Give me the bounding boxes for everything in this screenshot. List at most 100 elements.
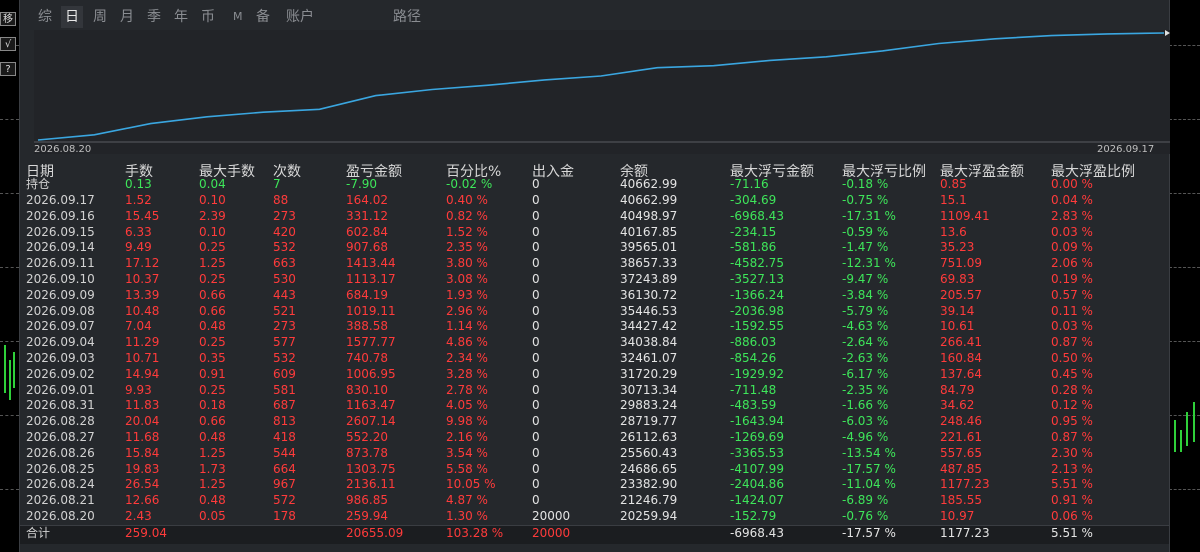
- table-cell: 178: [273, 509, 296, 523]
- table-cell: 0: [532, 398, 540, 413]
- table-cell: 0.25: [199, 240, 226, 255]
- table-cell: 0.82 %: [446, 208, 488, 223]
- table-cell: 544: [273, 445, 296, 460]
- table-cell: 0: [532, 366, 540, 381]
- tab-summary[interactable]: 综: [38, 6, 52, 28]
- table-cell: 1006.95: [346, 366, 396, 381]
- table-cell: 0.66: [199, 414, 226, 429]
- table-cell: 0.87 %: [1051, 430, 1093, 444]
- row-date-cell: 2026.08.28: [26, 414, 95, 429]
- table-cell: 967: [273, 477, 296, 492]
- table-cell: 0.25: [199, 335, 226, 350]
- table-cell: 34038.84: [620, 335, 678, 350]
- tab-monthly[interactable]: 月: [120, 6, 134, 28]
- tab-m[interactable]: M: [233, 6, 243, 28]
- table-cell: 40167.85: [620, 224, 678, 239]
- table-cell: 31720.29: [620, 366, 678, 381]
- table-cell: 687: [273, 398, 296, 413]
- tab-account[interactable]: 账户: [286, 6, 314, 28]
- table-cell: 1.14 %: [446, 319, 488, 334]
- table-cell: 3.08 %: [446, 272, 488, 286]
- table-cell: 331.12: [346, 208, 388, 223]
- table-cell: 10.61: [940, 319, 975, 334]
- total-cell: 259.04: [125, 526, 167, 540]
- table-cell: 2.34 %: [446, 351, 488, 365]
- table-cell: 0.10: [199, 193, 226, 207]
- grid-line: [0, 415, 19, 416]
- table-cell: 0: [532, 256, 540, 271]
- table-cell: 740.78: [346, 351, 388, 365]
- table-cell: 663: [273, 256, 296, 271]
- table-cell: -6968.43: [730, 208, 784, 223]
- table-cell: -17.31 %: [842, 208, 896, 223]
- help-button[interactable]: ?: [0, 62, 16, 76]
- table-cell: 3.28 %: [446, 366, 488, 381]
- table-cell: 0: [532, 240, 540, 255]
- table-cell: 273: [273, 319, 296, 334]
- table-cell: 1413.44: [346, 256, 396, 271]
- table-cell: -3.84 %: [842, 287, 889, 302]
- position-cell: 0.04: [199, 177, 226, 191]
- table-cell: 532: [273, 240, 296, 255]
- table-cell: 4.05 %: [446, 398, 488, 413]
- table-cell: 10.71: [125, 351, 160, 365]
- table-cell: 9.98 %: [446, 414, 488, 429]
- equity-chart: [34, 30, 1170, 154]
- tab-path[interactable]: 路径: [393, 6, 421, 28]
- chart-start-date: 2026.08.20: [34, 144, 92, 155]
- table-cell: -5.79 %: [842, 303, 889, 318]
- table-cell: 32461.07: [620, 351, 678, 365]
- tab-notes[interactable]: 备: [256, 6, 270, 28]
- table-cell: -2404.86: [730, 477, 784, 492]
- table-cell: 0: [532, 382, 540, 397]
- table-cell: 557.65: [940, 445, 982, 460]
- table-cell: 0: [532, 224, 540, 239]
- table-cell: 664: [273, 461, 296, 476]
- table-cell: -4107.99: [730, 461, 784, 476]
- table-cell: 0.12 %: [1051, 398, 1093, 413]
- table-cell: -1269.69: [730, 430, 784, 444]
- candle-tick: [9, 360, 11, 400]
- table-cell: 1.73: [199, 461, 226, 476]
- row-date-cell: 2026.09.04: [26, 335, 95, 350]
- row-date-cell: 2026.08.20: [26, 509, 95, 523]
- table-cell: 1.30 %: [446, 509, 488, 523]
- table-cell: 2.39: [199, 208, 226, 223]
- table-cell: 1.25: [199, 256, 226, 271]
- table-cell: -1424.07: [730, 493, 784, 508]
- table-cell: 0.28 %: [1051, 382, 1093, 397]
- position-cell: 7: [273, 177, 281, 191]
- grid-line: [0, 267, 19, 268]
- total-cell: -6968.43: [730, 526, 784, 540]
- row-date-cell: 2026.09.10: [26, 272, 95, 286]
- table-cell: 221.61: [940, 430, 982, 444]
- table-cell: 0.10: [199, 224, 226, 239]
- tab-yearly[interactable]: 年: [174, 6, 188, 28]
- table-cell: 0.48: [199, 493, 226, 508]
- table-cell: 487.85: [940, 461, 982, 476]
- table-cell: 34427.42: [620, 319, 678, 334]
- tab-currency[interactable]: 币: [201, 6, 215, 28]
- table-cell: 14.94: [125, 366, 160, 381]
- row-date-cell: 2026.08.31: [26, 398, 95, 413]
- table-cell: 609: [273, 366, 296, 381]
- tab-daily[interactable]: 日: [61, 6, 83, 28]
- check-button[interactable]: √: [0, 37, 16, 51]
- table-cell: 0: [532, 493, 540, 508]
- move-button[interactable]: 移: [0, 12, 16, 26]
- table-cell: -6.17 %: [842, 366, 889, 381]
- table-cell: 418: [273, 430, 296, 444]
- table-cell: 20259.94: [620, 509, 678, 523]
- table-cell: 0.91: [199, 366, 226, 381]
- row-date-cell: 2026.09.08: [26, 303, 95, 318]
- table-cell: -2.35 %: [842, 382, 889, 397]
- table-cell: -4.63 %: [842, 319, 889, 334]
- table-cell: 34.62: [940, 398, 975, 413]
- table-cell: 0.18: [199, 398, 226, 413]
- table-cell: 0.40 %: [446, 193, 488, 207]
- grid-line: [0, 193, 19, 194]
- tab-quarterly[interactable]: 季: [147, 6, 161, 28]
- table-cell: 1303.75: [346, 461, 396, 476]
- tab-weekly[interactable]: 周: [93, 6, 107, 28]
- chart-background: [34, 30, 1170, 154]
